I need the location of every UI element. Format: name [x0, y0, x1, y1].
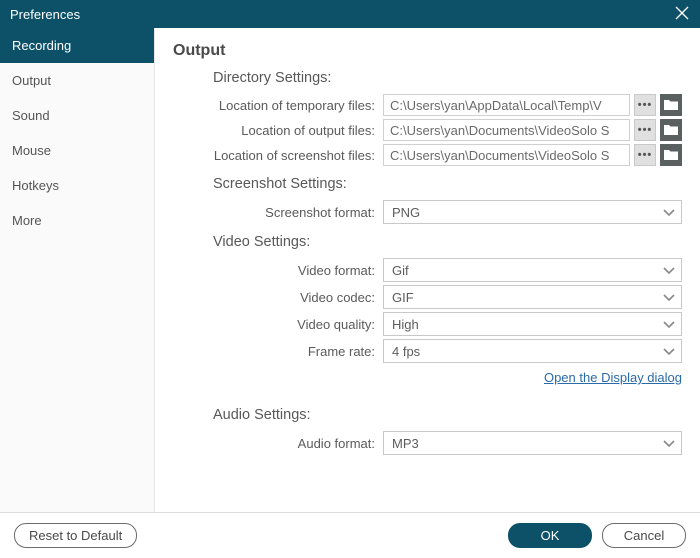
temp-files-path[interactable]: C:\Users\yan\AppData\Local\Temp\V — [383, 94, 630, 116]
screenshot-format-dropdown[interactable]: PNG — [383, 200, 682, 224]
video-format-dropdown[interactable]: Gif — [383, 258, 682, 282]
video-codec-row: Video codec: GIF — [173, 285, 682, 309]
folder-icon — [664, 148, 678, 163]
audio-format-label: Audio format: — [173, 436, 383, 451]
screenshot-files-open-folder-button[interactable] — [660, 144, 682, 166]
cancel-button[interactable]: Cancel — [602, 523, 686, 548]
sidebar-item-label: Hotkeys — [12, 178, 59, 193]
sidebar-item-label: Mouse — [12, 143, 51, 158]
chevron-down-icon — [663, 344, 675, 359]
video-codec-label: Video codec: — [173, 290, 383, 305]
open-display-dialog-link[interactable]: Open the Display dialog — [544, 370, 682, 385]
output-files-row: Location of output files: C:\Users\yan\D… — [173, 119, 682, 141]
screenshot-files-row: Location of screenshot files: C:\Users\y… — [173, 144, 682, 166]
sidebar: Recording Output Sound Mouse Hotkeys Mor… — [0, 28, 155, 512]
sidebar-item-mouse[interactable]: Mouse — [0, 133, 154, 168]
directory-settings-title: Directory Settings: — [213, 70, 682, 86]
audio-settings-title: Audio Settings: — [213, 407, 682, 423]
chevron-down-icon — [663, 317, 675, 332]
sidebar-item-label: More — [12, 213, 42, 228]
audio-format-dropdown[interactable]: MP3 — [383, 431, 682, 455]
page-title: Output — [173, 42, 682, 60]
dropdown-value: PNG — [392, 205, 420, 220]
temp-files-open-folder-button[interactable] — [660, 94, 682, 116]
output-files-browse-button[interactable]: ••• — [634, 119, 656, 141]
screenshot-files-label: Location of screenshot files: — [173, 148, 383, 163]
video-format-row: Video format: Gif — [173, 258, 682, 282]
screenshot-settings-title: Screenshot Settings: — [213, 176, 682, 192]
dropdown-value: High — [392, 317, 419, 332]
sidebar-item-label: Sound — [12, 108, 50, 123]
sidebar-item-sound[interactable]: Sound — [0, 98, 154, 133]
frame-rate-row: Frame rate: 4 fps — [173, 339, 682, 363]
dropdown-value: MP3 — [392, 436, 419, 451]
video-format-label: Video format: — [173, 263, 383, 278]
folder-icon — [664, 123, 678, 138]
video-settings-title: Video Settings: — [213, 234, 682, 250]
audio-format-row: Audio format: MP3 — [173, 431, 682, 455]
frame-rate-label: Frame rate: — [173, 344, 383, 359]
frame-rate-dropdown[interactable]: 4 fps — [383, 339, 682, 363]
ok-button[interactable]: OK — [508, 523, 592, 548]
titlebar: Preferences — [0, 0, 700, 28]
output-files-label: Location of output files: — [173, 123, 383, 138]
chevron-down-icon — [663, 263, 675, 278]
close-button[interactable] — [672, 4, 692, 24]
screenshot-format-label: Screenshot format: — [173, 205, 383, 220]
main-content: Output Directory Settings: Location of t… — [155, 28, 700, 512]
video-quality-label: Video quality: — [173, 317, 383, 332]
titlebar-title: Preferences — [10, 7, 80, 22]
sidebar-item-more[interactable]: More — [0, 203, 154, 238]
sidebar-item-hotkeys[interactable]: Hotkeys — [0, 168, 154, 203]
video-quality-dropdown[interactable]: High — [383, 312, 682, 336]
screenshot-files-browse-button[interactable]: ••• — [634, 144, 656, 166]
ellipsis-icon: ••• — [638, 124, 653, 136]
chevron-down-icon — [663, 205, 675, 220]
temp-files-row: Location of temporary files: C:\Users\ya… — [173, 94, 682, 116]
dropdown-value: GIF — [392, 290, 414, 305]
output-files-open-folder-button[interactable] — [660, 119, 682, 141]
ellipsis-icon: ••• — [638, 149, 653, 161]
dropdown-value: 4 fps — [392, 344, 420, 359]
footer: Reset to Default OK Cancel — [0, 512, 700, 558]
close-icon — [675, 6, 689, 23]
chevron-down-icon — [663, 290, 675, 305]
temp-files-label: Location of temporary files: — [173, 98, 383, 113]
sidebar-item-recording[interactable]: Recording — [0, 28, 154, 63]
ellipsis-icon: ••• — [638, 99, 653, 111]
screenshot-files-path[interactable]: C:\Users\yan\Documents\VideoSolo S — [383, 144, 630, 166]
screenshot-format-row: Screenshot format: PNG — [173, 200, 682, 224]
temp-files-browse-button[interactable]: ••• — [634, 94, 656, 116]
dropdown-value: Gif — [392, 263, 409, 278]
video-quality-row: Video quality: High — [173, 312, 682, 336]
sidebar-item-label: Output — [12, 73, 51, 88]
sidebar-item-label: Recording — [12, 38, 71, 53]
reset-to-default-button[interactable]: Reset to Default — [14, 523, 137, 548]
folder-icon — [664, 98, 678, 113]
sidebar-item-output[interactable]: Output — [0, 63, 154, 98]
video-codec-dropdown[interactable]: GIF — [383, 285, 682, 309]
chevron-down-icon — [663, 436, 675, 451]
output-files-path[interactable]: C:\Users\yan\Documents\VideoSolo S — [383, 119, 630, 141]
